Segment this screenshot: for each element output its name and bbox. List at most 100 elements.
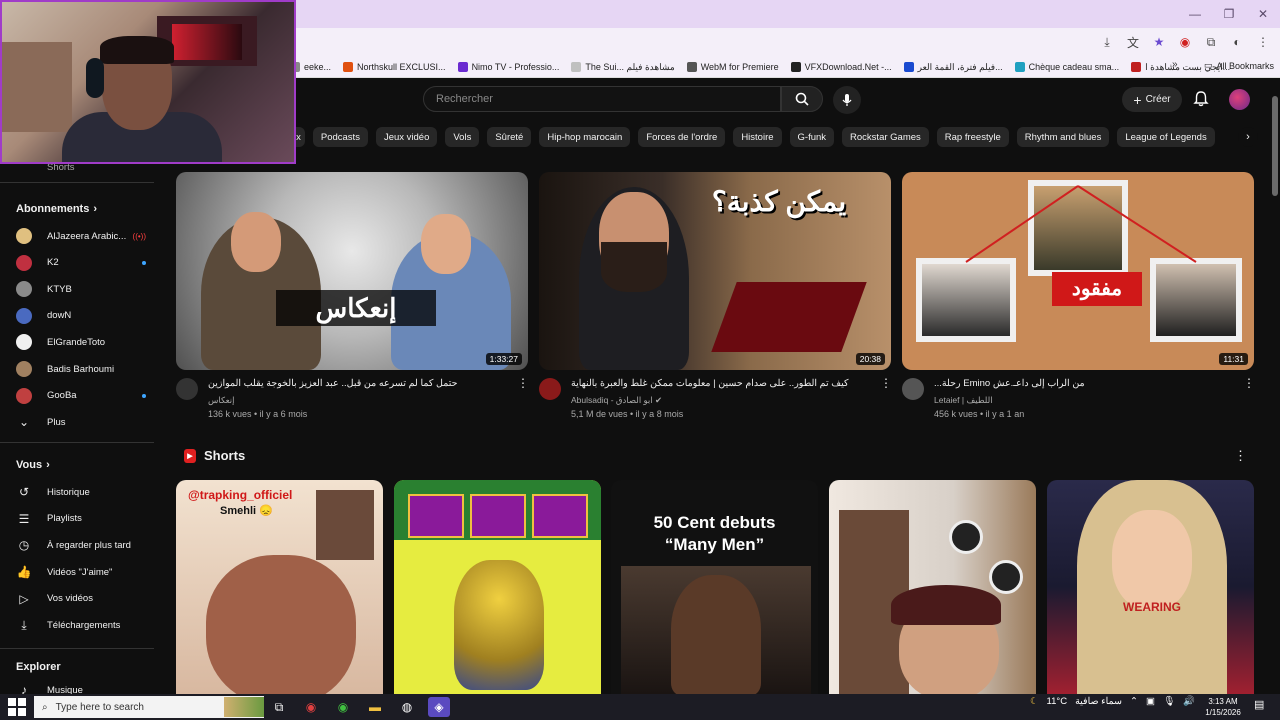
sidebar-item-subscription[interactable]: K2 <box>16 254 146 272</box>
chrome-icon[interactable]: ◉ <box>300 697 322 717</box>
bookmark-item[interactable]: فيلم فترة، القمة العر... <box>903 62 1003 73</box>
video-more-button[interactable]: ⋮ <box>880 376 892 390</box>
video-more-button[interactable]: ⋮ <box>1243 376 1255 390</box>
obs-icon[interactable]: ◍ <box>396 697 418 717</box>
category-chip[interactable]: Vols <box>445 127 480 147</box>
sidebar-item-subscription[interactable]: KTYB <box>16 280 146 298</box>
video-channel[interactable]: Letaief | اللطيف <box>934 395 993 406</box>
video-title[interactable]: ...رحلة Emino من الراب إلى داعـ.عش <box>934 378 1234 389</box>
bookmark-item[interactable]: Nimo TV - Professio... <box>457 62 559 72</box>
sidebar-item-subscription[interactable]: Badis Barhoumi <box>16 360 146 378</box>
scrollbar-thumb[interactable] <box>1272 96 1278 196</box>
category-chip[interactable]: Rap freestyle <box>936 127 1009 147</box>
category-chip[interactable]: Jeux vidéo <box>375 127 438 147</box>
chips-next-button[interactable]: › <box>1238 127 1258 147</box>
mic-icon[interactable]: 🎙 <box>1163 696 1175 707</box>
category-chip[interactable]: G-funk <box>789 127 835 147</box>
category-chip[interactable]: Rockstar Games <box>842 127 929 147</box>
shorts-more-button[interactable]: ⋮ <box>1234 448 1247 464</box>
sidebar-item-history[interactable]: ↺ Historique <box>16 483 146 501</box>
channel-avatar[interactable] <box>539 378 561 400</box>
bookmark-item[interactable]: VFXDownload.Net -... <box>790 62 892 72</box>
sidebar-item-like[interactable]: 👍 Vidéos "J'aime" <box>16 563 146 581</box>
bookmark-item[interactable]: eeke... <box>290 62 331 72</box>
sidebar-item-playlists[interactable]: ☰ Playlists <box>16 510 146 528</box>
you-heading[interactable]: Vous › <box>16 459 50 471</box>
you-title: Vous <box>16 459 43 471</box>
thumb-text: يمكن كذبة؟ <box>711 186 847 217</box>
notification-icon[interactable]: ▤ <box>1254 698 1264 711</box>
chrome-profile-icon[interactable]: ◉ <box>332 697 354 717</box>
discord-icon[interactable]: ◈ <box>428 697 450 717</box>
sidebar-item-subscription[interactable]: AlJazeera Arabic... ((•)) <box>16 227 146 245</box>
sidebar-item-your-videos[interactable]: ▷ Vos vidéos <box>16 590 146 608</box>
subscriptions-heading[interactable]: Abonnements › <box>16 203 97 215</box>
channel-avatar[interactable] <box>176 378 198 400</box>
sidebar-item-subscription[interactable]: GooBa <box>16 387 146 405</box>
category-chip[interactable]: Podcasts <box>312 127 368 147</box>
new-content-dot <box>142 393 146 398</box>
category-chip[interactable]: Rhythm and blues <box>1016 127 1110 147</box>
weather-text: سماء صافية <box>1075 696 1122 707</box>
category-chip[interactable]: Histoire <box>733 127 782 147</box>
sidebar-item-subscription[interactable]: dowN <box>16 307 146 325</box>
all-bookmarks[interactable]: ▭ All Bookmarks <box>1204 60 1274 71</box>
translate-icon[interactable]: 文 <box>1124 33 1142 51</box>
category-chip[interactable]: Sûreté <box>487 127 532 147</box>
category-chip[interactable]: Hip-hop marocain <box>539 127 631 147</box>
windows-start-icon[interactable] <box>8 698 26 716</box>
search-input[interactable]: Rechercher <box>423 86 781 112</box>
bookmark-star-icon[interactable]: ★ <box>1150 33 1168 51</box>
voice-search-button[interactable] <box>833 86 861 114</box>
close-icon[interactable]: ✕ <box>1246 0 1280 28</box>
short-record <box>989 560 1023 594</box>
chevron-up-icon[interactable]: ⌃ <box>1130 696 1138 707</box>
taskbar-search[interactable]: ⌕ Type here to search <box>34 696 264 718</box>
sidebar-item-downloads[interactable]: ⤓ Téléchargements <box>16 617 146 635</box>
sidebar-item-subscription[interactable]: ElGrandeToto <box>16 333 146 351</box>
short-item[interactable]: @trapking_officiel Smehli 😞 <box>176 480 383 694</box>
video-channel[interactable]: إنعكاس <box>208 395 235 406</box>
menu-icon[interactable]: ⋮ <box>1254 33 1272 51</box>
minimize-icon[interactable]: — <box>1178 0 1212 28</box>
video-title[interactable]: كيف تم الطور.. على صدام حسين | معلومات م… <box>571 378 871 389</box>
short-item[interactable]: 50 Cent debuts “Many Men” <box>611 480 818 694</box>
sidebar-item-watch-later[interactable]: ◷ À regarder plus tard <box>16 536 146 554</box>
account-avatar[interactable] <box>1229 89 1250 110</box>
bookmark-item[interactable]: WebM for Premiere <box>686 62 779 72</box>
channel-name: Abulsadiq - ابو الصادق <box>571 395 653 405</box>
webcam-headphones <box>86 58 104 98</box>
video-title[interactable]: حتمل كما لم تسرعه من قبل.. عبد العزيز با… <box>208 378 508 389</box>
bookmark-item[interactable]: Chèque cadeau sma... <box>1014 62 1119 72</box>
video-thumbnail[interactable]: إنعكاس 1:33:27 <box>176 172 528 370</box>
video-thumbnail[interactable]: يمكن كذبة؟ 20:38 <box>539 172 891 370</box>
bookmarks-more[interactable]: » <box>1172 59 1178 70</box>
video-more-button[interactable]: ⋮ <box>517 376 529 390</box>
volume-icon[interactable]: 🔊 <box>1183 696 1195 707</box>
short-person <box>671 575 761 694</box>
search-button[interactable] <box>781 86 823 112</box>
channel-avatar[interactable] <box>902 378 924 400</box>
video-channel[interactable]: Abulsadiq - ابو الصادق ✔ <box>571 395 662 406</box>
video-thumbnail[interactable]: مفقود 11:31 <box>902 172 1254 370</box>
category-chip[interactable]: League of Legends <box>1117 127 1215 147</box>
extension-icon[interactable]: ◉ <box>1176 33 1194 51</box>
puzzle-icon[interactable]: ⧉ <box>1202 33 1220 51</box>
bookmark-item[interactable]: Northskull EXCLUSI... <box>343 62 446 72</box>
category-chip[interactable]: Forces de l'ordre <box>638 127 726 147</box>
short-item[interactable] <box>394 480 601 694</box>
sidebar-item-more[interactable]: ⌄ Plus <box>16 413 146 431</box>
restore-icon[interactable]: ❐ <box>1212 0 1246 28</box>
taskbar-clock[interactable]: 3:13 AM 1/15/2026 <box>1200 696 1246 718</box>
install-icon[interactable]: ⤓ <box>1098 33 1116 51</box>
task-view-icon[interactable]: ⧉ <box>268 697 290 717</box>
short-item[interactable] <box>829 480 1036 694</box>
profile-icon[interactable]: ◐ <box>1228 33 1246 51</box>
notifications-bell-icon[interactable] <box>1192 90 1210 108</box>
create-button[interactable]: + Créer <box>1122 87 1182 112</box>
file-explorer-icon[interactable]: ▬ <box>364 697 386 717</box>
bookmark-item[interactable]: The Sui... مشاهدة فيلم <box>571 62 675 73</box>
bookmark-favicon-icon <box>571 62 582 72</box>
network-icon[interactable]: ▣ <box>1146 696 1155 707</box>
short-item[interactable]: WEARING <box>1047 480 1254 694</box>
